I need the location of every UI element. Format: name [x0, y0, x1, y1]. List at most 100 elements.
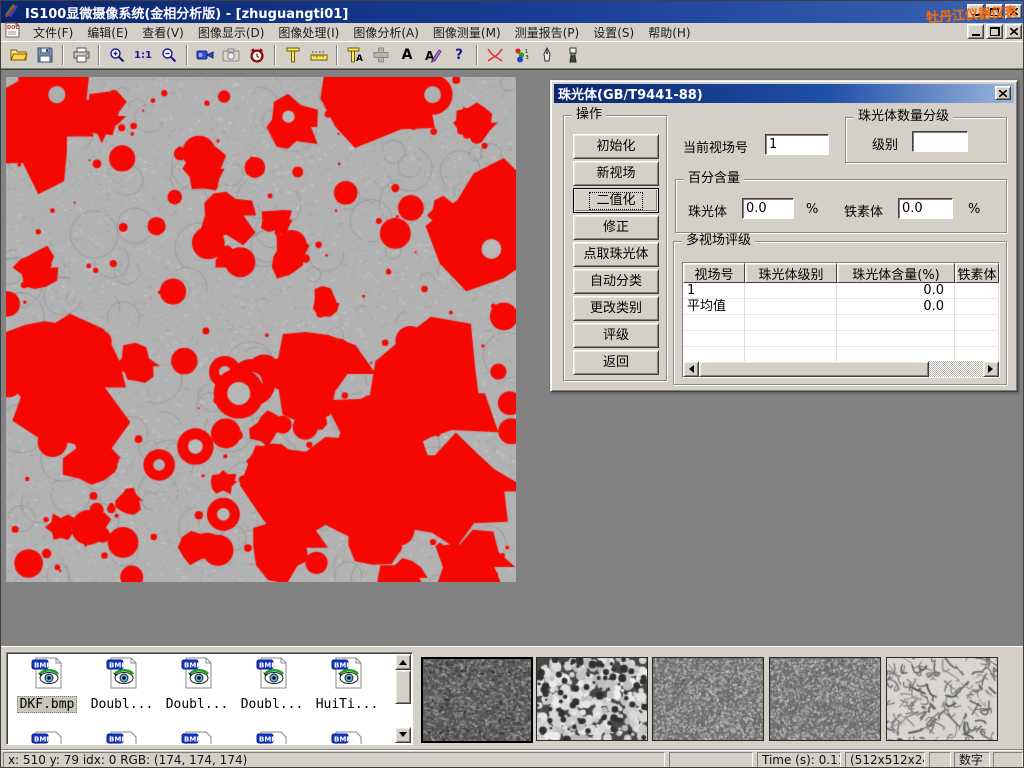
file-item[interactable]: BMP	[236, 731, 308, 744]
status-resolution: (512x512x24)	[845, 752, 925, 768]
bmp-file-icon: BMP	[255, 657, 289, 689]
menu-image-analysis[interactable]: 图像分析(A)	[346, 23, 426, 42]
menu-image-display[interactable]: 图像显示(D)	[191, 23, 272, 42]
mdi-restore-button[interactable]	[986, 24, 1003, 39]
table-horizontal-scrollbar[interactable]	[683, 361, 999, 377]
thumbnail-image[interactable]	[769, 657, 881, 741]
level-label: 级别	[872, 134, 898, 153]
scroll-down-icon[interactable]	[395, 727, 411, 743]
thumbnail-image[interactable]	[536, 657, 648, 741]
rate-button[interactable]: 评级	[573, 323, 659, 348]
bmp-file-icon: BMP	[105, 657, 139, 689]
color-classify-icon[interactable]: 13	[508, 43, 534, 67]
menu-edit[interactable]: 编辑(E)	[80, 23, 135, 42]
status-empty-panel	[993, 752, 1023, 768]
file-item[interactable]: BMP Doubl...	[236, 657, 308, 712]
menu-image-measure[interactable]: 图像测量(M)	[426, 23, 508, 42]
open-folder-icon[interactable]	[6, 43, 32, 67]
close-icon	[1010, 28, 1018, 35]
paint-brush-icon[interactable]	[560, 43, 586, 67]
zoom-in-icon[interactable]	[104, 43, 130, 67]
new-field-button[interactable]: 新视场	[573, 161, 659, 186]
svg-text:BMP: BMP	[334, 662, 351, 670]
table-row[interactable]: 1 0.0	[683, 283, 999, 299]
menu-report[interactable]: 测量报告(P)	[508, 23, 587, 42]
auto-classify-button[interactable]: 自动分类	[573, 269, 659, 294]
caliper-icon[interactable]	[280, 43, 306, 67]
percent-group-label: 百分含量	[684, 172, 744, 186]
ferrite-percent-input[interactable]	[898, 198, 953, 219]
file-item[interactable]: BMP DKF.bmp	[11, 657, 83, 713]
current-field-input[interactable]	[765, 134, 829, 155]
file-item[interactable]: BMP	[86, 731, 158, 744]
col-field-number[interactable]: 视场号	[683, 263, 745, 283]
text-label-icon[interactable]: A	[394, 43, 420, 67]
svg-text:BMP: BMP	[259, 736, 276, 744]
ruler-icon[interactable]	[306, 43, 332, 67]
initialize-button[interactable]: 初始化	[573, 134, 659, 159]
correct-button[interactable]: 修正	[573, 215, 659, 240]
measure-text-icon[interactable]: A	[342, 43, 368, 67]
col-pearlite-grade[interactable]: 珠光体级别	[745, 263, 837, 283]
menu-view[interactable]: 查看(V)	[135, 23, 191, 42]
save-icon[interactable]	[32, 43, 58, 67]
ferrite-unit: %	[968, 202, 980, 217]
timer-icon[interactable]	[244, 43, 270, 67]
file-browser-scrollbar[interactable]	[395, 654, 411, 743]
file-item[interactable]: BMP HuiTi...	[311, 657, 383, 712]
col-pearlite-content[interactable]: 珠光体含量(%)	[837, 263, 955, 283]
zoom-out-icon[interactable]	[156, 43, 182, 67]
print-icon[interactable]	[68, 43, 94, 67]
dialog-close-button[interactable]	[995, 86, 1011, 100]
file-item[interactable]: BMP	[161, 731, 233, 744]
svg-text:BMP: BMP	[184, 736, 201, 744]
curve-tool-icon[interactable]	[482, 43, 508, 67]
file-item[interactable]: BMP Doubl...	[86, 657, 158, 712]
camera-icon[interactable]	[218, 43, 244, 67]
svg-text:BMP: BMP	[109, 736, 126, 744]
file-item[interactable]: BMP Doubl...	[161, 657, 233, 712]
svg-text:3: 3	[525, 55, 528, 61]
bmp-file-icon: BMP	[30, 657, 64, 689]
thumbnail-image[interactable]	[652, 657, 764, 741]
menu-settings[interactable]: 设置(S)	[586, 23, 641, 42]
file-item[interactable]: BMP	[311, 731, 383, 744]
status-coordinates: x: 510 y: 79 idx: 0 RGB: (174, 174, 174)	[3, 752, 665, 768]
mdi-close-button[interactable]	[1005, 24, 1022, 39]
multi-field-rating-label: 多视场评级	[682, 234, 755, 248]
metallographic-image[interactable]	[6, 77, 516, 582]
bmp-file-icon: BMP	[30, 731, 64, 744]
scroll-up-icon[interactable]	[395, 654, 411, 670]
pick-pearlite-button[interactable]: 点取珠光体	[573, 242, 659, 267]
file-item[interactable]: BMP	[11, 731, 83, 744]
scroll-left-icon[interactable]	[683, 361, 699, 377]
bmp-file-icon: BMP	[330, 731, 364, 744]
grid-move-icon[interactable]	[368, 43, 394, 67]
thumbnail-image[interactable]	[421, 657, 533, 743]
thumbnail-image[interactable]	[886, 657, 998, 741]
col-ferrite[interactable]: 铁素体	[955, 263, 999, 283]
pearlite-percent-input[interactable]	[742, 198, 794, 219]
multi-field-rating-group: 多视场评级 视场号 珠光体级别 珠光体含量(%) 铁素体 1 0.0	[673, 241, 1007, 385]
scrollbar-thumb[interactable]	[699, 361, 929, 377]
change-class-button[interactable]: 更改类别	[573, 296, 659, 321]
actual-size-icon[interactable]: 1:1	[130, 43, 156, 67]
scroll-right-icon[interactable]	[983, 361, 999, 377]
binarize-button[interactable]: 二值化	[573, 188, 659, 213]
annotate-icon[interactable]: A	[420, 43, 446, 67]
help-icon[interactable]: ?	[446, 43, 472, 67]
menu-help[interactable]: 帮助(H)	[641, 23, 697, 42]
picker-pen-icon[interactable]	[534, 43, 560, 67]
scrollbar-track[interactable]	[929, 361, 983, 377]
table-header-row: 视场号 珠光体级别 珠光体含量(%) 铁素体	[683, 263, 999, 283]
current-field-label: 当前视场号	[683, 137, 748, 156]
video-camera-icon[interactable]	[192, 43, 218, 67]
dialog-title: 珠光体(GB/T9441-88)	[558, 84, 703, 103]
table-row[interactable]: 平均值 0.0	[683, 299, 999, 315]
menu-image-processing[interactable]: 图像处理(I)	[271, 23, 346, 42]
return-button[interactable]: 返回	[573, 350, 659, 375]
mdi-minimize-button[interactable]	[967, 24, 984, 39]
menu-file[interactable]: 文件(F)	[26, 23, 80, 42]
level-input[interactable]	[912, 131, 968, 152]
scrollbar-thumb[interactable]	[395, 670, 411, 704]
